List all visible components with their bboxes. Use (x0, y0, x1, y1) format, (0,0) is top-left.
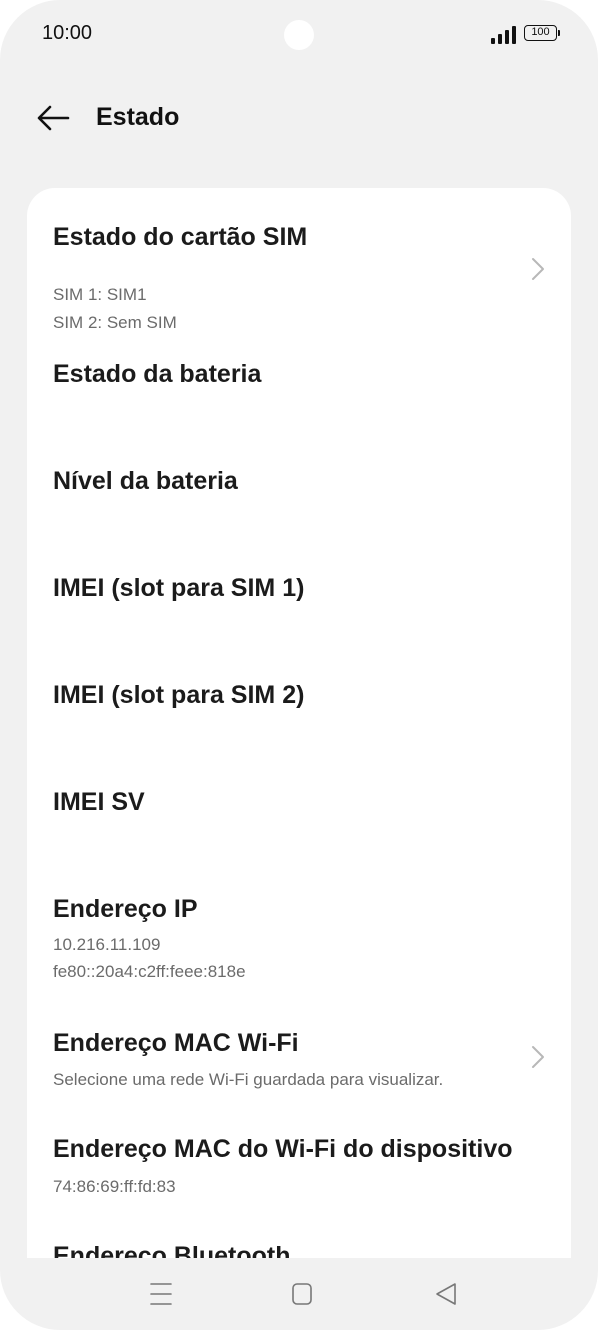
header: Estado (0, 90, 598, 146)
navigation-bar (0, 1258, 598, 1330)
triangle-back-icon (436, 1283, 456, 1305)
list-item-subtitle: 74:86:69:ff:fd:83 (53, 1177, 176, 1196)
list-item-ip-address[interactable]: Endereço IP 10.216.11.109 fe80::20a4:c2f… (27, 878, 571, 1003)
list-item-title: IMEI SV (53, 788, 145, 816)
list-item-battery-level[interactable]: Nível da bateria (27, 450, 571, 550)
list-item-imei-sim1[interactable]: IMEI (slot para SIM 1) (27, 557, 571, 657)
list-item-imei-sv[interactable]: IMEI SV (27, 771, 571, 871)
list-item-battery-status[interactable]: Estado da bateria (27, 343, 571, 443)
arrow-left-icon (37, 105, 70, 131)
signal-icon (491, 26, 517, 44)
status-time: 10:00 (42, 22, 93, 44)
list-item-title: Endereço MAC do Wi-Fi do dispositivo (53, 1135, 513, 1163)
list-item-title: IMEI (slot para SIM 2) (53, 681, 305, 709)
list-item-bluetooth-address[interactable]: Endereço Bluetooth (27, 1228, 571, 1258)
list-item-title: Endereço Bluetooth (53, 1242, 291, 1258)
status-list: Estado do cartão SIM SIM 1: SIM1 SIM 2: … (27, 188, 571, 1258)
list-item-subtitle: 10.216.11.109 (53, 935, 161, 954)
list-item-sim-status[interactable]: Estado do cartão SIM SIM 1: SIM1 SIM 2: … (27, 208, 571, 332)
camera-cutout (284, 20, 314, 50)
list-item-title: Estado do cartão SIM (53, 223, 308, 251)
battery-level: 100 (531, 26, 550, 38)
back-nav-button[interactable] (431, 1280, 461, 1308)
list-item-device-wifi-mac[interactable]: Endereço MAC do Wi-Fi do dispositivo 74:… (27, 1120, 571, 1220)
menu-icon (150, 1283, 172, 1305)
menu-button[interactable] (146, 1280, 176, 1308)
status-bar: 10:00 100 (0, 0, 598, 70)
list-item-subtitle: SIM 2: Sem SIM (53, 313, 177, 332)
home-button[interactable] (287, 1280, 317, 1308)
list-item-subtitle: SIM 1: SIM1 (53, 285, 147, 304)
home-square-icon (292, 1283, 312, 1305)
list-item-title: IMEI (slot para SIM 1) (53, 574, 305, 602)
list-item-subtitle: fe80::20a4:c2ff:feee:818e (53, 962, 246, 981)
list-item-title: Endereço MAC Wi-Fi (53, 1029, 299, 1057)
list-item-subtitle: Selecione uma rede Wi-Fi guardada para v… (53, 1070, 444, 1089)
list-item-imei-sim2[interactable]: IMEI (slot para SIM 2) (27, 664, 571, 764)
list-item-title: Endereço IP (53, 895, 198, 923)
phone-screen: 10:00 100 Estado Estado do cartão SIM SI… (0, 0, 598, 1330)
battery-icon: 100 (524, 25, 560, 41)
chevron-right-icon (532, 1046, 544, 1068)
list-item-title: Nível da bateria (53, 467, 238, 495)
list-item-wifi-mac[interactable]: Endereço MAC Wi-Fi Selecione uma rede Wi… (27, 1014, 571, 1112)
page-title: Estado (96, 103, 180, 131)
list-item-title: Estado da bateria (53, 360, 262, 388)
back-button[interactable] (30, 98, 74, 138)
chevron-right-icon (532, 258, 544, 280)
